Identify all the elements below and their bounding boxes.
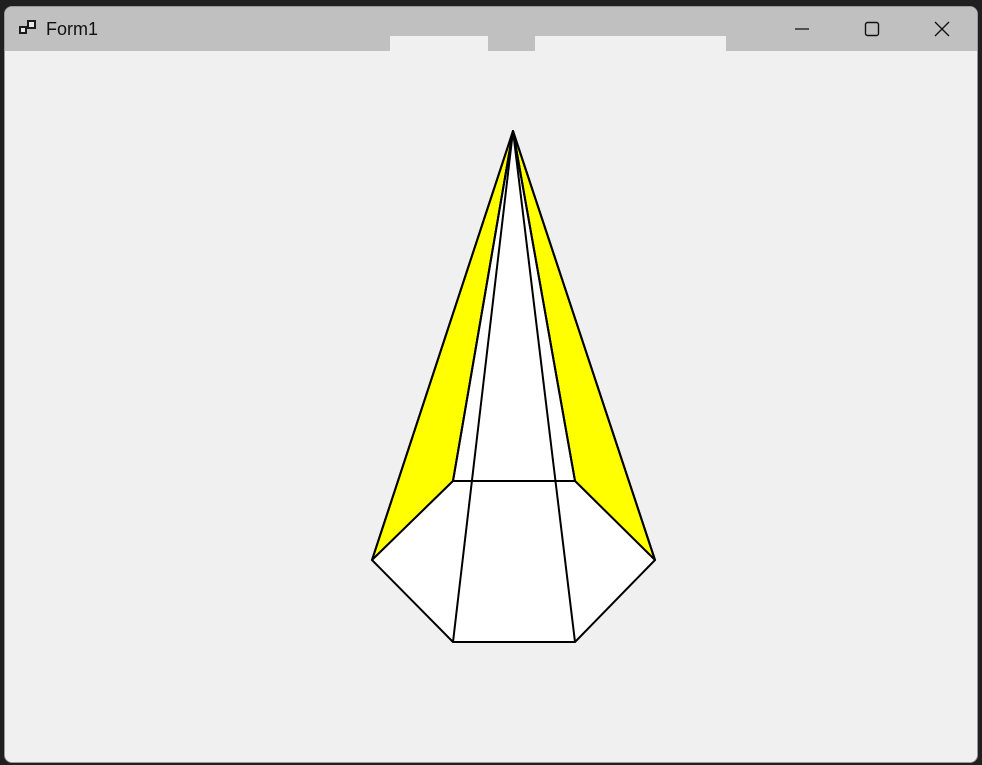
close-button[interactable]	[907, 7, 977, 51]
title-bar-tab	[535, 36, 726, 51]
client-area	[5, 51, 977, 762]
minimize-button[interactable]	[767, 7, 837, 51]
pyramid-drawing	[371, 130, 656, 643]
close-icon	[934, 21, 950, 37]
maximize-icon	[864, 21, 880, 37]
maximize-button[interactable]	[837, 7, 907, 51]
title-bar[interactable]: Form1	[5, 7, 977, 51]
form-window: Form1	[4, 6, 978, 763]
app-form-icon	[19, 20, 36, 34]
minimize-icon	[795, 28, 809, 30]
title-bar-tab	[390, 36, 488, 51]
window-title: Form1	[46, 19, 99, 39]
